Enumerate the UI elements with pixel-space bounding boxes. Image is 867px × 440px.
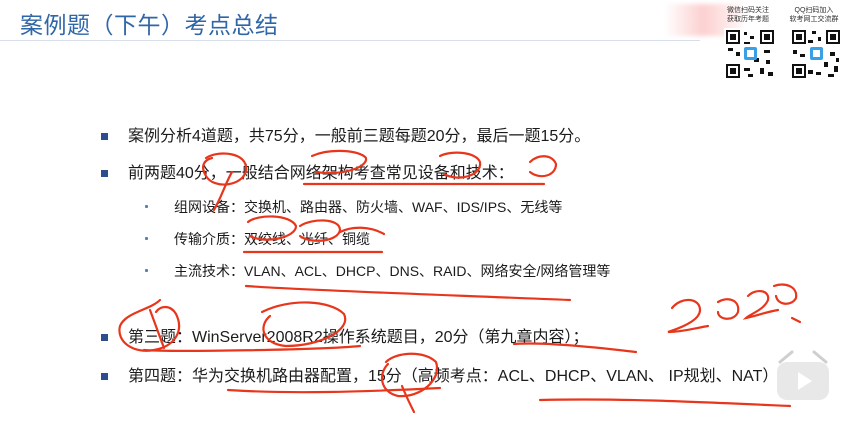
point-2-text: 前两题40分，一般结合网络架构考查常见设备和技术： <box>128 165 514 182</box>
subpoint-3-text: 主流技术：VLAN、ACL、DHCP、DNS、RAID、网络安全/网络管理等 <box>174 263 611 279</box>
point-3-text: 第三题：WinServer2008R2操作系统题目，20分（第九章内容）； <box>128 329 589 346</box>
point-4-text: 第四题：华为交换机路由器配置，15分（高频考点：ACL、DHCP、VLAN、 I… <box>128 368 779 385</box>
play-button-icon[interactable] <box>774 348 832 402</box>
subpoint-2-text: 传输介质：双绞线、光纤、铜缆 <box>174 231 370 247</box>
bullet-square <box>101 170 108 177</box>
bullet-dot <box>145 205 148 208</box>
bullet-square <box>101 373 108 380</box>
bullet-dot <box>145 269 148 272</box>
qr-left-caption: 微信扫码关注 获取历年考题 <box>727 7 769 23</box>
bullet-square <box>101 133 108 140</box>
qr-code-qq <box>790 28 842 80</box>
subpoint-2: 传输介质：双绞线、光纤、铜缆 <box>145 230 370 248</box>
point-1: 案例分析4道题，共75分，一般前三题每题20分，最后一题15分。 <box>101 127 591 147</box>
subpoint-1: 组网设备：交换机、路由器、防火墙、WAF、IDS/IPS、无线等 <box>145 198 563 216</box>
qr-right-caption: QQ扫码加入 软考网工交流群 <box>789 7 839 23</box>
bullet-square <box>101 334 108 341</box>
subpoint-1-text: 组网设备：交换机、路由器、防火墙、WAF、IDS/IPS、无线等 <box>174 199 563 215</box>
title-divider <box>0 40 700 41</box>
point-1-text: 案例分析4道题，共75分，一般前三题每题20分，最后一题15分。 <box>128 128 591 145</box>
point-2: 前两题40分，一般结合网络架构考查常见设备和技术： <box>101 164 514 184</box>
point-4: 第四题：华为交换机路由器配置，15分（高频考点：ACL、DHCP、VLAN、 I… <box>101 367 779 387</box>
bullet-dot <box>145 237 148 240</box>
point-3: 第三题：WinServer2008R2操作系统题目，20分（第九章内容）； <box>101 328 589 348</box>
qr-code-wechat <box>724 28 776 80</box>
subpoint-3: 主流技术：VLAN、ACL、DHCP、DNS、RAID、网络安全/网络管理等 <box>145 262 611 280</box>
qr-codes: 微信扫码关注 获取历年考题 QQ扫码加入 软考网工交流群 <box>718 4 858 84</box>
slide-title: 案例题（下午）考点总结 <box>20 12 279 38</box>
